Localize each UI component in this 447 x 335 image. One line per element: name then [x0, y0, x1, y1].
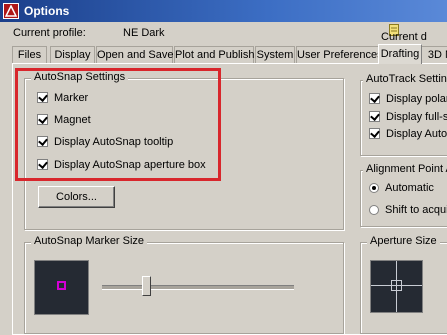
checkbox-label: Display AutoT: [386, 128, 447, 140]
aperture-preview: [370, 260, 423, 313]
tab-3d-modeling[interactable]: 3D M: [421, 46, 447, 63]
shift-to-acquire-radio[interactable]: Shift to acquire: [369, 204, 447, 216]
display-fullscreen-checkbox[interactable]: Display full-sc: [369, 111, 447, 123]
alignment-point-group: Alignment Point Ac: [360, 163, 447, 227]
current-profile-label: Current profile:: [13, 27, 86, 39]
title-bar[interactable]: Options: [0, 0, 447, 22]
marker-square: [57, 281, 66, 290]
window-title: Options: [24, 4, 70, 18]
checkbox-label: Display polar: [386, 93, 447, 105]
current-profile-name: NE Dark: [123, 27, 165, 39]
app-icon: [3, 3, 19, 19]
checkbox-label: Display full-sc: [386, 111, 447, 123]
marker-size-title: AutoSnap Marker Size: [31, 235, 148, 247]
checkbox-box[interactable]: [369, 111, 380, 122]
autotrack-settings-title: AutoTrack Settings: [363, 73, 447, 85]
display-polar-checkbox[interactable]: Display polar: [369, 93, 447, 105]
tab-user-preferences[interactable]: User Preferences: [296, 46, 383, 63]
autosnap-highlight-box: [15, 68, 221, 181]
marker-size-slider-track[interactable]: [102, 285, 294, 290]
radio-dot[interactable]: [369, 183, 379, 193]
current-drawing-label: Current d: [381, 31, 427, 43]
tab-drafting[interactable]: Drafting: [378, 44, 422, 64]
radio-label: Shift to acquire: [385, 204, 447, 216]
checkbox-box[interactable]: [369, 93, 380, 104]
checkbox-box[interactable]: [369, 128, 380, 139]
marker-size-slider-thumb[interactable]: [142, 276, 151, 296]
colors-button[interactable]: Colors...: [38, 186, 115, 208]
tab-open-and-save[interactable]: Open and Save: [96, 46, 173, 63]
tab-system[interactable]: System: [255, 46, 295, 63]
tab-display[interactable]: Display: [50, 46, 95, 63]
aperture-box: [391, 280, 402, 291]
tab-files[interactable]: Files: [12, 46, 47, 63]
automatic-radio[interactable]: Automatic: [369, 182, 434, 194]
alignment-point-title: Alignment Point Ac: [363, 163, 447, 175]
marker-preview: [34, 260, 89, 315]
radio-dot[interactable]: [369, 205, 379, 215]
radio-label: Automatic: [385, 182, 434, 194]
display-autotrack-checkbox[interactable]: Display AutoT: [369, 128, 447, 140]
tab-plot-and-publish[interactable]: Plot and Publish: [174, 46, 255, 63]
aperture-size-title: Aperture Size: [367, 235, 440, 247]
